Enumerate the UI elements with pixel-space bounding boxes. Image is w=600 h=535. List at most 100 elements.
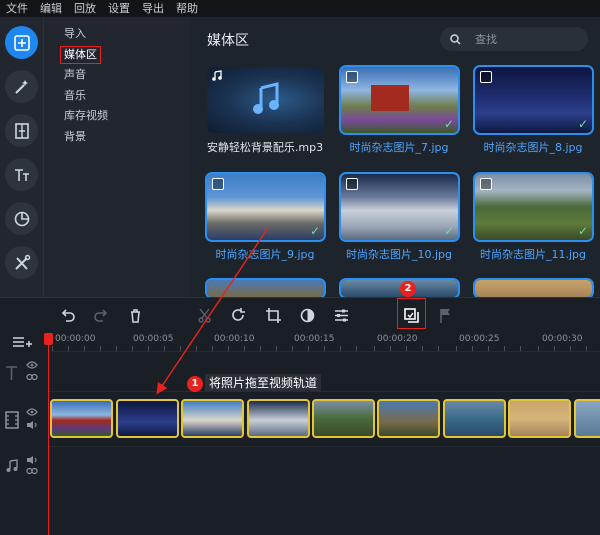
eye-icon[interactable] <box>26 408 38 416</box>
eye-icon[interactable] <box>26 361 38 369</box>
search-box[interactable] <box>440 27 588 51</box>
flag-icon <box>439 308 450 323</box>
speaker-icon[interactable] <box>26 455 38 465</box>
color-button[interactable] <box>296 304 318 326</box>
delete-icon <box>130 308 140 323</box>
media-item-label: 时尚杂志图片_9.jpg <box>215 248 315 261</box>
video-track-icon <box>5 411 19 429</box>
highlight-box <box>397 298 426 329</box>
timeline-clip[interactable] <box>116 399 179 438</box>
rail-titles-button[interactable] <box>5 158 38 191</box>
rail-transitions-button[interactable] <box>5 114 38 147</box>
add-media-icon <box>13 34 30 51</box>
adjust-icon <box>334 309 348 321</box>
menu-edit[interactable]: 编辑 <box>40 0 62 17</box>
cut-icon <box>197 308 211 323</box>
cut-button[interactable] <box>193 304 215 326</box>
search-input[interactable] <box>475 32 575 46</box>
category-media-bin[interactable]: 媒体区 <box>60 46 101 64</box>
check-icon: ✓ <box>577 224 588 238</box>
category-stock-video[interactable]: 库存视频 <box>64 109 108 123</box>
media-item-label: 时尚杂志图片_10.jpg <box>345 248 452 261</box>
undo-icon <box>61 308 75 322</box>
check-icon: ✓ <box>443 224 454 238</box>
media-item-image-7[interactable]: ✓ <box>339 65 460 135</box>
menu-settings[interactable]: 设置 <box>108 0 130 17</box>
media-item-partial[interactable] <box>205 278 326 299</box>
playhead-handle[interactable] <box>44 333 53 345</box>
search-icon <box>450 33 461 45</box>
ruler-label: 00:00:20 <box>377 334 418 344</box>
speaker-icon[interactable] <box>26 420 38 430</box>
image-badge-icon <box>346 71 358 83</box>
media-item-audio[interactable] <box>207 67 324 133</box>
rotate-button[interactable] <box>227 304 249 326</box>
menu-help[interactable]: 帮助 <box>176 0 198 17</box>
redo-icon <box>93 308 107 322</box>
rail-stickers-button[interactable] <box>5 202 38 235</box>
title-track[interactable] <box>48 351 600 391</box>
timeline-clip[interactable] <box>377 399 440 438</box>
menu-playback[interactable]: 回放 <box>74 0 96 17</box>
media-item-image-9[interactable]: ✓ <box>205 172 326 242</box>
ruler-label: 00:00:15 <box>294 334 335 344</box>
ruler-label: 00:00:25 <box>459 334 500 344</box>
check-icon: ✓ <box>443 117 454 131</box>
check-icon: ✓ <box>309 224 320 238</box>
media-item-label: 时尚杂志图片_11.jpg <box>479 248 586 261</box>
undo-button[interactable] <box>56 304 78 326</box>
image-badge-icon <box>212 178 224 190</box>
color-icon <box>300 308 314 322</box>
timeline-clip[interactable] <box>312 399 375 438</box>
ruler-label: 00:00:05 <box>133 334 174 344</box>
step-1-marker: 1 <box>187 376 203 392</box>
timeline-clip[interactable] <box>508 399 571 438</box>
barn-shape <box>371 85 409 111</box>
timeline-ruler[interactable]: 00:00:00 00:00:05 00:00:10 00:00:15 00:0… <box>48 331 600 351</box>
media-item-partial[interactable] <box>473 278 594 299</box>
rail-add-media-button[interactable] <box>5 26 38 59</box>
ruler-label: 00:00:30 <box>542 334 583 344</box>
add-track-icon[interactable] <box>12 336 32 350</box>
menu-file[interactable]: 文件 <box>6 0 28 17</box>
magic-wand-icon <box>14 79 28 94</box>
link-icon[interactable] <box>26 467 38 475</box>
timeline-clip[interactable] <box>574 399 600 438</box>
category-music[interactable]: 音乐 <box>64 89 86 103</box>
timeline-track-headers <box>0 331 48 535</box>
crop-icon <box>265 307 281 323</box>
marker-button[interactable] <box>434 304 456 326</box>
adjust-button[interactable] <box>330 304 352 326</box>
audio-track[interactable] <box>48 446 600 486</box>
ruler-label: 00:00:00 <box>55 334 96 344</box>
media-item-image-10[interactable]: ✓ <box>339 172 460 242</box>
delete-button[interactable] <box>124 304 146 326</box>
music-note-icon <box>212 70 222 81</box>
category-backgrounds[interactable]: 背景 <box>64 130 86 144</box>
image-badge-icon <box>480 71 492 83</box>
link-icon[interactable] <box>26 373 38 381</box>
redo-button[interactable] <box>90 304 112 326</box>
rail-tools-button[interactable] <box>5 246 38 279</box>
media-panel: 媒体区 ✓ ✓ 安静轻松背景配乐.mp3 时尚杂志图片_7.jpg 时尚杂志图片… <box>190 17 600 299</box>
timeline-clip[interactable] <box>443 399 506 438</box>
ruler-label: 00:00:10 <box>214 334 255 344</box>
category-list: 导入 媒体区 声音 音乐 库存视频 背景 <box>44 17 190 297</box>
category-sound[interactable]: 声音 <box>64 68 86 82</box>
timeline-clip[interactable] <box>50 399 113 438</box>
media-item-label: 时尚杂志图片_7.jpg <box>349 141 449 154</box>
rail-filters-button[interactable] <box>5 70 38 103</box>
crop-button[interactable] <box>262 304 284 326</box>
media-item-label: 时尚杂志图片_8.jpg <box>483 141 583 154</box>
playhead[interactable] <box>48 333 49 535</box>
menu-export[interactable]: 导出 <box>142 0 164 17</box>
music-note-large-icon <box>253 82 279 114</box>
timeline-clip[interactable] <box>181 399 244 438</box>
title-track-icon <box>6 366 17 380</box>
timeline-clip[interactable] <box>247 399 310 438</box>
category-import[interactable]: 导入 <box>64 27 86 41</box>
rotate-icon <box>231 307 245 321</box>
media-item-image-8[interactable]: ✓ <box>473 65 594 135</box>
media-item-image-11[interactable]: ✓ <box>473 172 594 242</box>
sticker-icon <box>14 211 29 226</box>
